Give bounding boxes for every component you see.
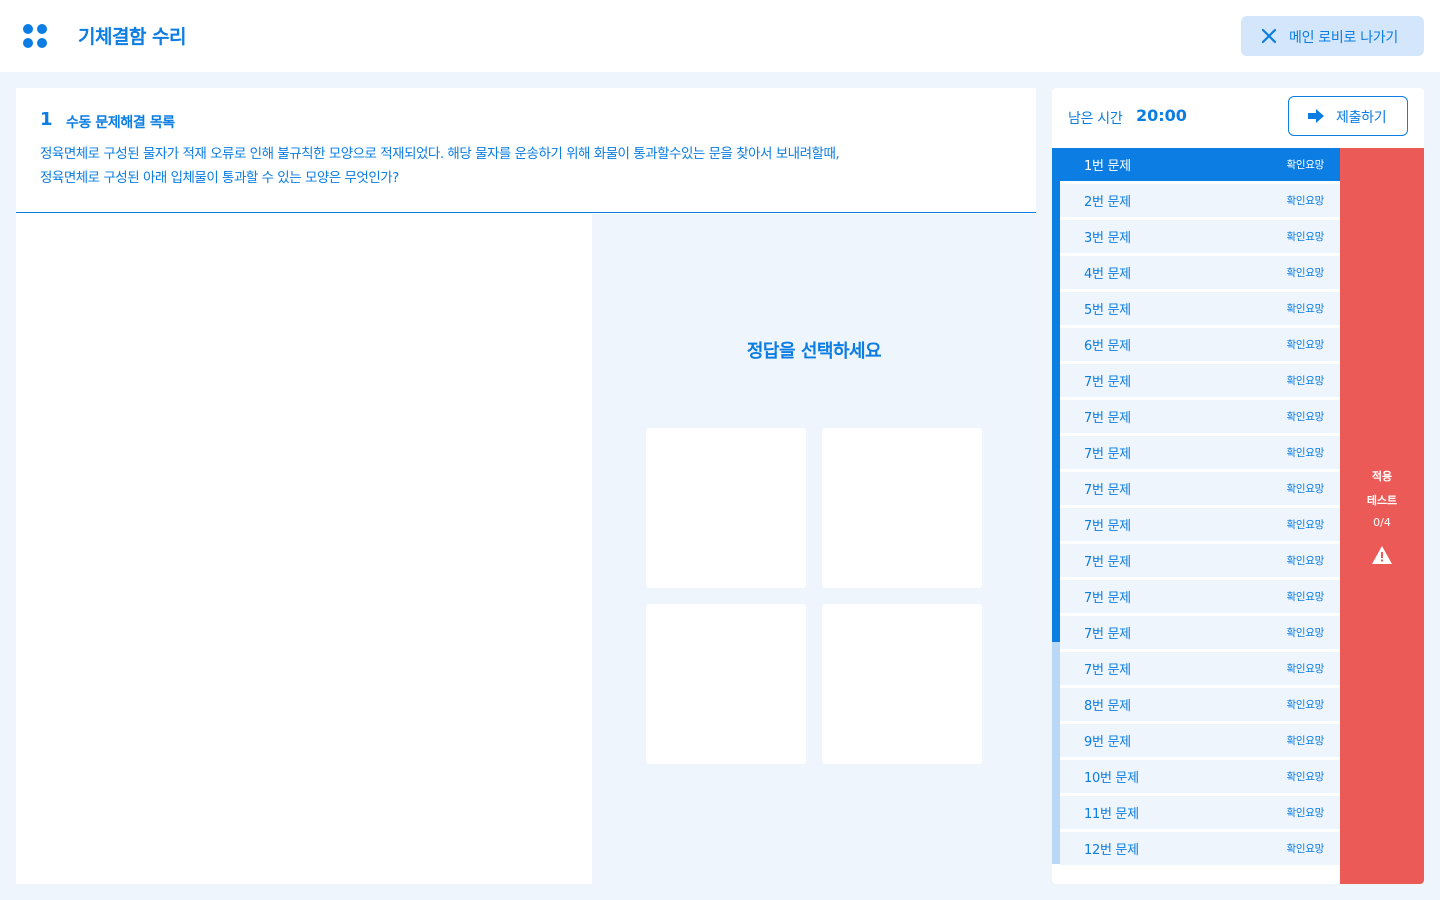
question-list-item[interactable]: 2번 문제 확인요망	[1060, 184, 1340, 217]
question-status-badge: 확인요망	[1286, 195, 1325, 207]
select-answer-title: 정답을 선택하세요	[746, 341, 882, 362]
question-list-item-label: 7번 문제	[1084, 375, 1131, 390]
timer-value: 20:00	[1136, 106, 1187, 125]
question-list-item[interactable]: 7번 문제 확인요망	[1060, 364, 1340, 397]
exit-button-label: 메인 로비로 나가기	[1289, 30, 1398, 46]
question-status-badge: 확인요망	[1286, 159, 1325, 171]
apply-test-panel[interactable]: 적용 테스트 0/4	[1340, 148, 1424, 884]
question-list-item-label: 7번 문제	[1084, 591, 1131, 606]
question-title: 수동 문제해결 목록	[66, 115, 175, 131]
apply-test-label: 적용	[1371, 470, 1393, 483]
question-list-item-label: 6번 문제	[1084, 339, 1131, 354]
question-panel: 1 수동 문제해결 목록 정육면체로 구성된 물자가 적재 오류로 인해 불규칙…	[16, 88, 1036, 884]
question-list-item-label: 5번 문제	[1084, 303, 1131, 318]
question-list-item-label: 7번 문제	[1084, 663, 1131, 678]
question-list-item-label: 4번 문제	[1084, 267, 1131, 282]
question-navigator-panel: 남은 시간 20:00 제출하기 1번 문제 확인요망 2번 문제 확인요망 3번 문제…	[1052, 88, 1424, 884]
question-status-badge: 확인요망	[1286, 267, 1325, 279]
figure-area	[16, 214, 592, 884]
question-list-item-label: 10번 문제	[1084, 771, 1139, 786]
question-body-line: 정육면체로 구성된 물자가 적재 오류로 인해 불규칙한 모양으로 적재되었다.…	[40, 146, 840, 162]
question-list-item[interactable]: 4번 문제 확인요망	[1060, 256, 1340, 289]
warning-icon	[1372, 546, 1392, 564]
answer-choice-1[interactable]	[646, 428, 806, 588]
question-list-item-label: 7번 문제	[1084, 483, 1131, 498]
timer-label: 남은 시간	[1068, 111, 1123, 127]
question-list-item[interactable]: 1번 문제 확인요망	[1060, 148, 1340, 181]
question-list-item[interactable]: 11번 문제 확인요망	[1060, 796, 1340, 829]
question-list-item-label: 12번 문제	[1084, 843, 1139, 858]
question-list-item[interactable]: 10번 문제 확인요망	[1060, 760, 1340, 793]
question-list-item[interactable]: 3번 문제 확인요망	[1060, 220, 1340, 253]
question-body-line: 정육면체로 구성된 아래 입체물이 통과할 수 있는 모양은 무엇인가?	[40, 170, 399, 186]
question-status-badge: 확인요망	[1286, 555, 1325, 567]
question-body: 정육면체로 구성된 물자가 적재 오류로 인해 불규칙한 모양으로 적재되었다.…	[40, 142, 1000, 190]
question-list-item-label: 2번 문제	[1084, 195, 1131, 210]
question-list-item-label: 9번 문제	[1084, 735, 1131, 750]
question-status-badge: 확인요망	[1286, 591, 1325, 603]
question-status-badge: 확인요망	[1286, 699, 1325, 711]
question-list-item-label: 11번 문제	[1084, 807, 1139, 822]
question-status-badge: 확인요망	[1286, 411, 1325, 423]
exit-to-lobby-button[interactable]: 메인 로비로 나가기	[1241, 16, 1424, 56]
question-list-item[interactable]: 7번 문제 확인요망	[1060, 580, 1340, 613]
question-list-item-label: 8번 문제	[1084, 699, 1131, 714]
question-list-item-label: 1번 문제	[1084, 159, 1131, 174]
question-header: 1 수동 문제해결 목록 정육면체로 구성된 물자가 적재 오류로 인해 불규칙…	[16, 88, 1036, 213]
question-list-item[interactable]: 7번 문제 확인요망	[1060, 508, 1340, 541]
question-status-badge: 확인요망	[1286, 303, 1325, 315]
question-status-badge: 확인요망	[1286, 627, 1325, 639]
question-status-badge: 확인요망	[1286, 663, 1325, 675]
question-status-badge: 확인요망	[1286, 807, 1325, 819]
submit-button[interactable]: 제출하기	[1288, 96, 1408, 136]
question-list-item[interactable]: 7번 문제 확인요망	[1060, 616, 1340, 649]
question-status-badge: 확인요망	[1286, 843, 1325, 855]
question-number: 1	[40, 109, 53, 130]
question-list-item-label: 7번 문제	[1084, 411, 1131, 426]
question-list-item[interactable]: 7번 문제 확인요망	[1060, 436, 1340, 469]
apps-grid-icon[interactable]	[23, 24, 47, 48]
submit-button-label: 제출하기	[1336, 110, 1387, 126]
question-list-item-label: 7번 문제	[1084, 555, 1131, 570]
question-status-badge: 확인요망	[1286, 483, 1325, 495]
question-list-item-label: 7번 문제	[1084, 627, 1131, 642]
top-bar: 기체결함 수리 메인 로비로 나가기	[0, 0, 1440, 72]
progress-fill	[1052, 148, 1060, 643]
progress-track	[1052, 148, 1060, 864]
question-status-badge: 확인요망	[1286, 771, 1325, 783]
question-list-item[interactable]: 5번 문제 확인요망	[1060, 292, 1340, 325]
question-list-item[interactable]: 7번 문제 확인요망	[1060, 544, 1340, 577]
app-title: 기체결함 수리	[78, 26, 187, 48]
question-list-item-label: 3번 문제	[1084, 231, 1131, 246]
question-status-badge: 확인요망	[1286, 447, 1325, 459]
answer-choice-4[interactable]	[822, 604, 982, 764]
question-list-item[interactable]: 7번 문제 확인요망	[1060, 652, 1340, 685]
question-status-badge: 확인요망	[1286, 735, 1325, 747]
apply-test-count: 0/4	[1373, 516, 1391, 529]
arrow-right-icon	[1308, 109, 1324, 123]
question-list-item[interactable]: 7번 문제 확인요망	[1060, 472, 1340, 505]
question-list-item[interactable]: 9번 문제 확인요망	[1060, 724, 1340, 757]
question-list-item-label: 7번 문제	[1084, 519, 1131, 534]
question-status-badge: 확인요망	[1286, 519, 1325, 531]
answer-area: 정답을 선택하세요	[592, 214, 1036, 884]
question-status-badge: 확인요망	[1286, 339, 1325, 351]
question-list-item-label: 7번 문제	[1084, 447, 1131, 462]
apply-test-label: 테스트	[1366, 494, 1398, 507]
close-icon	[1261, 28, 1277, 44]
answer-choice-2[interactable]	[822, 428, 982, 588]
question-list-item[interactable]: 7번 문제 확인요망	[1060, 400, 1340, 433]
question-list-item[interactable]: 12번 문제 확인요망	[1060, 832, 1340, 865]
question-list-item[interactable]: 8번 문제 확인요망	[1060, 688, 1340, 721]
question-list-item[interactable]: 6번 문제 확인요망	[1060, 328, 1340, 361]
answer-choice-3[interactable]	[646, 604, 806, 764]
question-status-badge: 확인요망	[1286, 231, 1325, 243]
question-status-badge: 확인요망	[1286, 375, 1325, 387]
